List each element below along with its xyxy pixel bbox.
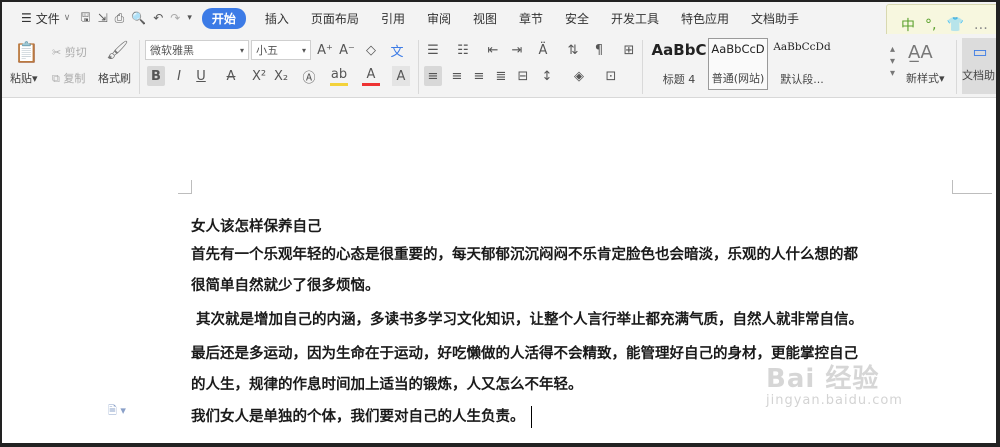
margin-mark	[952, 180, 992, 194]
divider	[139, 40, 140, 94]
italic-button[interactable]: I	[170, 66, 188, 86]
watermark: Bai 经验 jingyan.baidu.com	[766, 358, 903, 408]
show-marks-icon[interactable]: ¶	[590, 40, 608, 60]
tab-view[interactable]: 视图	[462, 10, 508, 27]
new-style-button[interactable]: 新样式▾	[906, 70, 945, 86]
style-heading-4[interactable]: AaBbC 标题 4	[650, 38, 708, 90]
file-menu[interactable]: ☰ 文件 ∨	[10, 10, 74, 27]
decrease-indent-icon[interactable]: ⇤	[484, 40, 502, 60]
tab-start[interactable]: 开始	[201, 7, 246, 29]
save-icon[interactable]: 🖫	[80, 8, 90, 29]
hamburger-icon: ☰	[21, 11, 32, 25]
bullet-list-icon[interactable]: ☰	[424, 40, 442, 60]
tab-page-layout[interactable]: 页面布局	[300, 10, 370, 27]
bold-button[interactable]: B	[147, 66, 165, 86]
doc-helper-button[interactable]: ▭ 文档助	[962, 38, 996, 94]
paste-icon[interactable]: 📋	[14, 40, 39, 64]
style-normal-web[interactable]: AaBbCcD 普通(网站)	[708, 38, 768, 90]
print-icon[interactable]: ⎙	[115, 11, 125, 26]
char-shading-icon[interactable]: A	[392, 66, 410, 86]
menu-bar: ☰ 文件 ∨ 🖫 ⇲ ⎙ 🔍 ↶ ↷ ▾ 开始 插入 页面布局 引用 审阅 视图…	[2, 2, 996, 34]
ribbon: 📋 粘贴▾ ✂ 剪切 ⧉ 复制 🖌 格式刷 微软雅黑 ▾ 小五 ▾ A⁺ A⁻ ◇ …	[2, 34, 996, 98]
increase-indent-icon[interactable]: ⇥	[508, 40, 526, 60]
distribute-button[interactable]: ⊟	[514, 66, 532, 86]
paragraph-line: 其次就是增加自己的内涵，多读书多学习文化知识，让整个人言行举止都充满气质，自然人…	[191, 312, 864, 328]
paste-button[interactable]: 粘贴▾	[10, 70, 38, 86]
gallery-scroll[interactable]: ▴ ▾ ▾	[890, 44, 895, 80]
format-painter-icon[interactable]: 🖌	[106, 40, 129, 61]
superscript-button[interactable]: X²	[250, 66, 268, 86]
tab-insert[interactable]: 插入	[254, 10, 300, 27]
align-center-button[interactable]: ≡	[448, 66, 466, 86]
paragraph-handle-icon[interactable]: 🗎 ▾	[108, 402, 126, 421]
subscript-button[interactable]: X₂	[272, 66, 290, 86]
ime-mode-label: 中	[901, 18, 915, 34]
document-title: 女人该怎样保养自己	[191, 219, 322, 235]
shading-icon[interactable]: ◈	[570, 66, 588, 86]
watermark-url: jingyan.baidu.com	[766, 393, 903, 408]
tab-chapter[interactable]: 章节	[508, 10, 554, 27]
shrink-font-icon[interactable]: A⁻	[338, 40, 356, 60]
highlight-icon[interactable]: ab	[330, 66, 348, 86]
new-style-icon[interactable]: A̲A	[908, 42, 933, 63]
format-painter-button[interactable]: 格式刷	[98, 70, 131, 86]
skin-icon: 👕	[946, 17, 964, 33]
strikethrough-button[interactable]: A	[222, 66, 240, 86]
paragraph-line: 很简单自然就少了很多烦恼。	[191, 278, 380, 294]
font-size-select[interactable]: 小五 ▾	[251, 40, 311, 60]
font-name-select[interactable]: 微软雅黑 ▾	[145, 40, 249, 60]
cut-button[interactable]: ✂ 剪切	[52, 44, 87, 60]
tab-developer[interactable]: 开发工具	[600, 10, 670, 27]
tab-references[interactable]: 引用	[370, 10, 416, 27]
divider	[642, 40, 643, 94]
quick-access-toolbar: 🖫 ⇲ ⎙ 🔍 ↶ ↷ ▾	[74, 8, 198, 29]
text-direction-icon[interactable]: Ä	[534, 40, 552, 60]
table-border-icon[interactable]: ⊞	[620, 40, 638, 60]
export-icon[interactable]: ⇲	[98, 11, 108, 25]
style-default-paragraph[interactable]: AaBbCcDd 默认段...	[770, 38, 834, 90]
chevron-down-icon: ∨	[63, 13, 71, 23]
divider	[418, 40, 419, 94]
punctuation-icon: °,	[925, 17, 937, 33]
align-left-button[interactable]: ≡	[424, 66, 442, 86]
app-window: ☰ 文件 ∨ 🖫 ⇲ ⎙ 🔍 ↶ ↷ ▾ 开始 插入 页面布局 引用 审阅 视图…	[0, 0, 1000, 447]
text-cursor	[530, 406, 532, 428]
line-spacing-icon[interactable]: ↕	[538, 66, 556, 86]
print-preview-icon[interactable]: 🔍	[131, 11, 146, 25]
align-right-button[interactable]: ≡	[470, 66, 488, 86]
paragraph-line: 首先有一个乐观年轻的心态是很重要的，每天郁郁沉沉闷闷不乐肯定脸色也会暗淡，乐观的…	[191, 247, 858, 263]
sort-icon[interactable]: ⇅	[564, 40, 582, 60]
clear-format-icon[interactable]: ◇	[362, 40, 380, 60]
justify-button[interactable]: ≣	[492, 66, 510, 86]
underline-button[interactable]: U	[192, 66, 210, 86]
borders-icon[interactable]: ⊡	[602, 66, 620, 86]
tab-special-apps[interactable]: 特色应用	[670, 10, 740, 27]
margin-mark	[178, 180, 192, 194]
font-color-icon[interactable]: A	[362, 66, 380, 86]
doc-helper-icon: ▭	[972, 42, 988, 61]
ime-more-icon: …	[973, 17, 988, 33]
undo-icon[interactable]: ↶	[153, 11, 163, 25]
tab-doc-assistant[interactable]: 文档助手	[740, 10, 810, 27]
divider	[956, 40, 957, 94]
phonetic-icon[interactable]: 文	[388, 40, 406, 60]
tab-security[interactable]: 安全	[554, 10, 600, 27]
customize-icon[interactable]: ▾	[187, 13, 192, 23]
numbered-list-icon[interactable]: ☷	[454, 40, 472, 60]
grow-font-icon[interactable]: A⁺	[316, 40, 334, 60]
watermark-brand: Bai 经验	[766, 364, 880, 394]
copy-button[interactable]: ⧉ 复制	[52, 70, 85, 86]
paragraph-line: 我们女人是单独的个体，我们要对自己的人生负责。	[191, 409, 525, 425]
tab-review[interactable]: 审阅	[416, 10, 462, 27]
redo-icon[interactable]: ↷	[170, 11, 180, 25]
text-effect-icon[interactable]: Ⓐ	[300, 66, 318, 86]
